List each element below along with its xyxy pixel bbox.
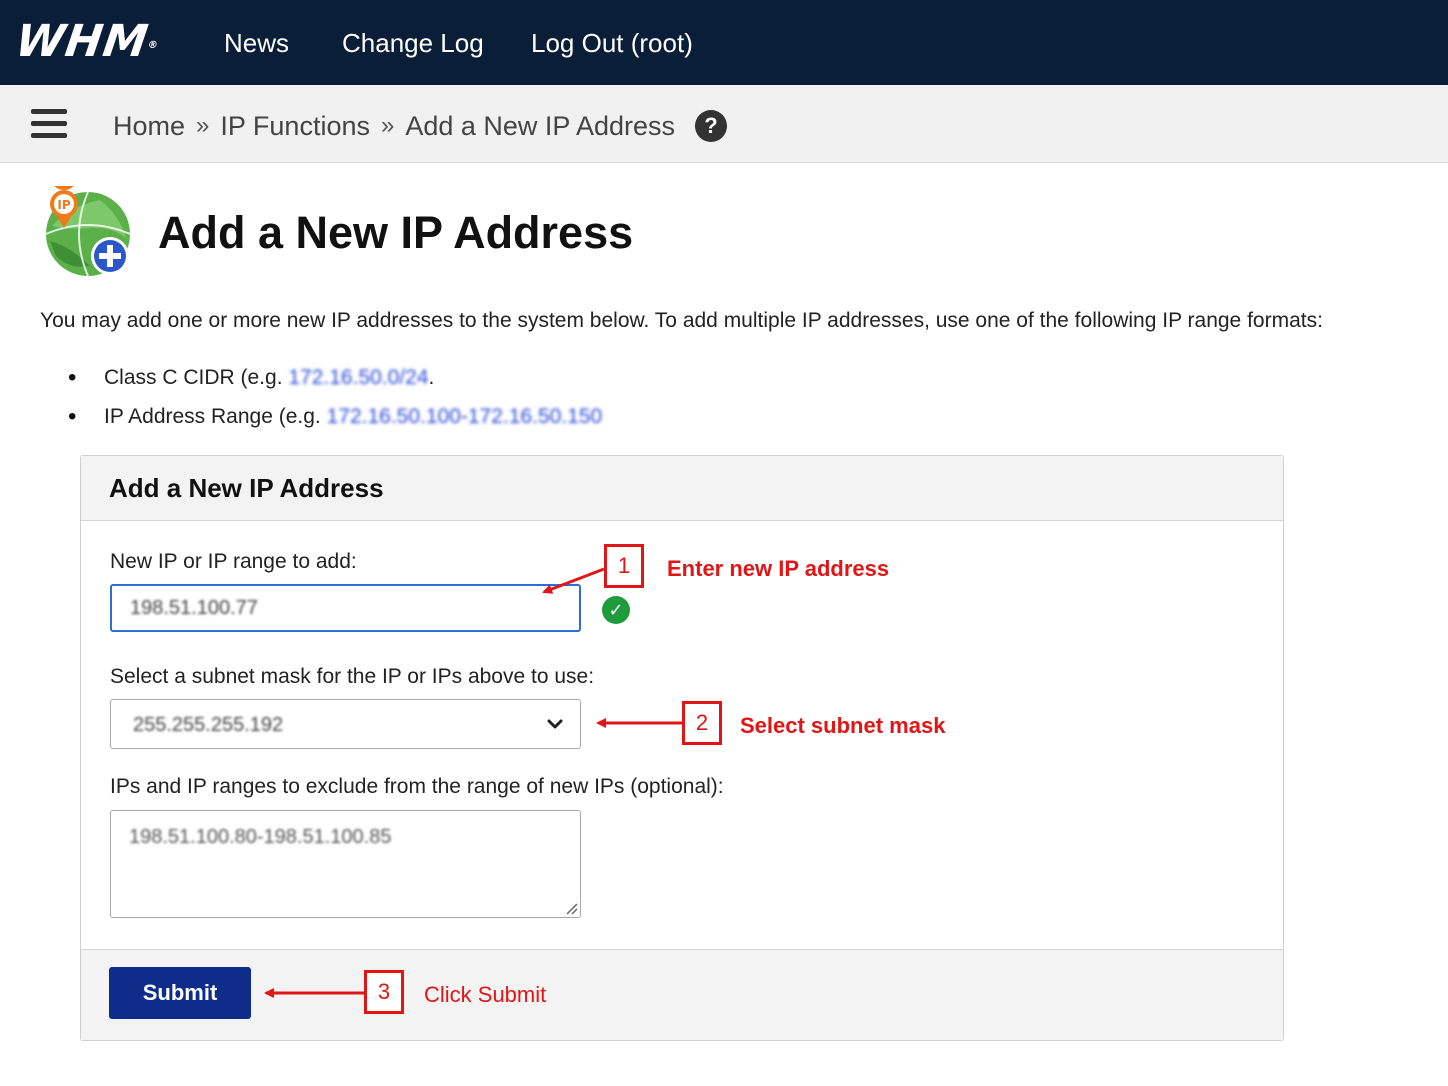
format-label: IP Address Range (e.g. — [104, 405, 321, 428]
breadcrumb-bar: Home » IP Functions » Add a New IP Addre… — [0, 85, 1448, 163]
top-navigation-bar: WHM® News Change Log Log Out (root) — [0, 0, 1448, 85]
hamburger-menu-icon[interactable] — [31, 109, 67, 139]
format-example: 172.16.50.0/24 — [288, 366, 429, 389]
list-item: Class C CIDR (e.g. 172.16.50.0/24. — [68, 358, 602, 397]
nav-link-news[interactable]: News — [224, 26, 289, 60]
breadcrumb-home[interactable]: Home — [113, 109, 185, 143]
subnet-mask-select[interactable]: 255.255.255.192 — [110, 699, 581, 749]
ip-address-input[interactable]: 198.51.100.77 — [110, 584, 581, 632]
ip-field-label: New IP or IP range to add: — [110, 550, 357, 573]
format-example: 172.16.50.100-172.16.50.150 — [326, 405, 603, 428]
format-label: Class C CIDR (e.g. — [104, 366, 283, 389]
breadcrumb-separator: » — [196, 112, 210, 139]
list-item: IP Address Range (e.g. 172.16.50.100-172… — [68, 397, 602, 436]
panel-footer: Submit — [81, 949, 1283, 1040]
annotation-step-1-badge: 1 — [604, 544, 644, 588]
ip-address-value: 198.51.100.77 — [130, 596, 258, 619]
whm-logo[interactable]: WHM® — [12, 16, 163, 67]
subnet-field-label: Select a subnet mask for the IP or IPs a… — [110, 665, 595, 688]
annotation-step-1-text: Enter new IP address — [667, 556, 890, 581]
annotation-step-3-text: Click Submit — [424, 982, 547, 1007]
annotation-step-3-badge: 3 — [364, 970, 404, 1014]
annotation-step-2-badge: 2 — [682, 701, 722, 745]
annotation-step-2-text: Select subnet mask — [740, 713, 946, 738]
checkmark-icon: ✓ — [602, 596, 630, 624]
resize-grip-icon[interactable] — [564, 901, 578, 915]
page-title: Add a New IP Address — [158, 207, 634, 258]
breadcrumb-ip-functions[interactable]: IP Functions — [220, 109, 370, 143]
add-ip-panel: Add a New IP Address New IP or IP range … — [80, 455, 1284, 1041]
chevron-down-icon — [547, 719, 563, 729]
format-suffix: . — [428, 366, 435, 389]
submit-button[interactable]: Submit — [109, 967, 251, 1019]
logo-text: WHM — [12, 16, 152, 67]
intro-text: You may add one or more new IP addresses… — [40, 309, 1323, 332]
svg-text:IP: IP — [57, 198, 70, 212]
nav-link-log-out[interactable]: Log Out (root) — [531, 26, 693, 60]
exclude-field-label: IPs and IP ranges to exclude from the ra… — [110, 775, 724, 798]
breadcrumb-separator: » — [380, 112, 395, 139]
nav-link-change-log[interactable]: Change Log — [342, 26, 484, 60]
exclude-ips-value: 198.51.100.80-198.51.100.85 — [129, 826, 392, 848]
breadcrumb-current-page: Add a New IP Address — [405, 111, 676, 141]
breadcrumb: Home » IP Functions » Add a New IP Addre… — [113, 109, 728, 143]
range-format-list: Class C CIDR (e.g. 172.16.50.0/24. IP Ad… — [68, 358, 602, 436]
panel-title: Add a New IP Address — [109, 473, 384, 503]
ip-globe-add-icon: IP — [45, 186, 131, 277]
help-icon[interactable]: ? — [695, 110, 728, 142]
subnet-mask-value: 255.255.255.192 — [133, 714, 284, 736]
exclude-ips-textarea[interactable]: 198.51.100.80-198.51.100.85 — [110, 810, 581, 918]
panel-header: Add a New IP Address — [81, 456, 1283, 521]
